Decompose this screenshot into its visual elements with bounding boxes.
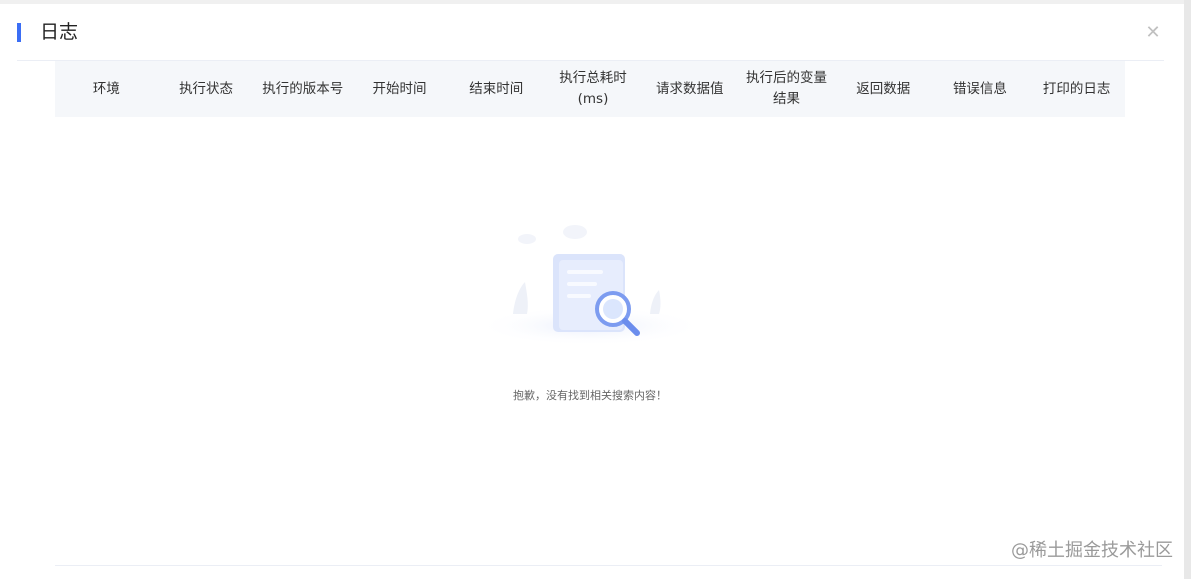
- column-header-end-time[interactable]: 结束时间: [448, 61, 545, 117]
- column-header-request-data[interactable]: 请求数据值: [641, 61, 738, 117]
- column-header-variable-result[interactable]: 执行后的变量结果: [738, 61, 835, 117]
- table-header: 环境 执行状态 执行的版本号 开始时间 结束时间 执行总耗时(ms) 请求数据值…: [55, 61, 1125, 117]
- watermark-text: @稀土掘金技术社区: [1011, 540, 1173, 561]
- table-bottom-border: [55, 565, 1162, 566]
- dialog-header: 日志 ✕: [0, 4, 1184, 60]
- column-header-exec-status[interactable]: 执行状态: [158, 61, 255, 117]
- column-header-response-data[interactable]: 返回数据: [835, 61, 932, 117]
- dialog-title: 日志: [40, 21, 79, 43]
- column-header-start-time[interactable]: 开始时间: [351, 61, 448, 117]
- empty-state: 抱歉，没有找到相关搜索内容！: [455, 214, 725, 414]
- column-header-version[interactable]: 执行的版本号: [254, 61, 351, 117]
- page-scrollbar[interactable]: [1184, 0, 1191, 579]
- column-header-duration[interactable]: 执行总耗时(ms): [545, 61, 642, 117]
- empty-state-message: 抱歉，没有找到相关搜索内容！: [513, 389, 667, 402]
- column-header-environment[interactable]: 环境: [55, 61, 158, 117]
- close-icon[interactable]: ✕: [1142, 22, 1164, 44]
- column-header-error-info[interactable]: 错误信息: [932, 61, 1029, 117]
- column-header-print-log[interactable]: 打印的日志: [1028, 61, 1125, 117]
- title-accent-bar: [17, 23, 21, 42]
- search-document-illustration-icon: [475, 225, 705, 346]
- log-dialog: 日志 ✕ 环境 执行状态 执行的版本号 开始时间 结束时间 执行总耗时(ms) …: [0, 4, 1184, 579]
